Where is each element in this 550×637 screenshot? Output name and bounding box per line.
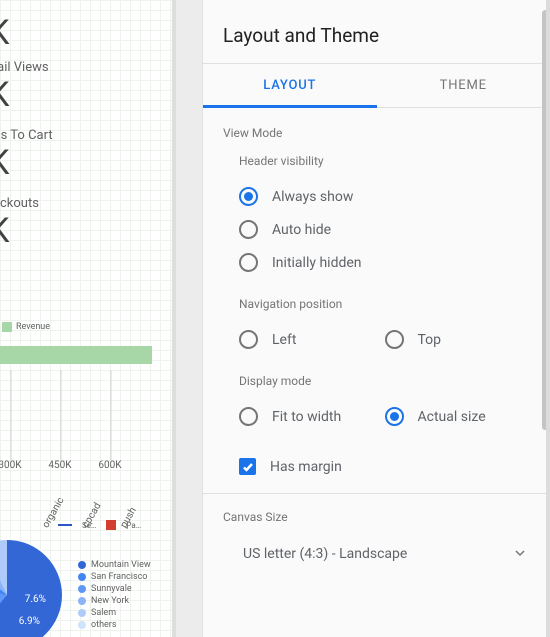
radio-label: Actual size [418, 409, 486, 425]
section-canvas-size: Canvas Size [223, 510, 530, 524]
tab-layout[interactable]: LAYOUT [203, 64, 377, 107]
panel-title: Layout and Theme [203, 0, 550, 63]
panel-gutter [172, 0, 202, 637]
legend-dot [78, 573, 86, 581]
legend-label: Se… [82, 521, 96, 530]
metric-card: t Detail Views 9K [0, 60, 49, 115]
radio-fit-to-width[interactable]: Fit to width [239, 400, 385, 433]
checkbox-label: Has margin [270, 459, 342, 475]
check-icon [242, 461, 254, 473]
radio-nav-top[interactable]: Top [385, 323, 531, 356]
radio-icon [239, 220, 258, 239]
label-display-mode: Display mode [239, 374, 530, 388]
radio-label: Fit to width [272, 409, 341, 425]
section-view-mode: View Mode [223, 126, 530, 140]
axis-tick: 300K [0, 460, 22, 471]
series-legend: Se… Pa… [58, 520, 141, 530]
report-canvas[interactable]: ns 2K t Detail Views 9K t Adds To Cart 4… [0, 0, 172, 637]
radio-nav-left[interactable]: Left [239, 323, 385, 356]
app-root: ns 2K t Detail Views 9K t Adds To Cart 4… [0, 0, 550, 637]
metric-card: t Checkouts 5K [0, 196, 39, 251]
radio-actual-size[interactable]: Actual size [385, 400, 531, 433]
checkbox-has-margin[interactable]: Has margin [223, 451, 530, 493]
group-navigation-position: Left Top [239, 323, 530, 356]
metric-card: ns 2K [0, 0, 8, 53]
metric-value: 5K [0, 211, 39, 251]
legend-item: others [78, 620, 151, 630]
revenue-bar [0, 346, 152, 364]
legend-item: Salem [78, 608, 151, 618]
radio-label: Left [272, 332, 296, 348]
revenue-legend: Revenue [2, 322, 50, 332]
tab-theme[interactable]: THEME [377, 64, 550, 107]
x-axis: 300K 450K 600K [0, 460, 172, 480]
legend-line-swatch [58, 524, 72, 526]
metric-card: t Adds To Cart 4K [0, 128, 53, 183]
panel-tabs: LAYOUT THEME [203, 63, 550, 108]
pie-chart: 7.6% 6.9% [0, 540, 62, 637]
metric-label: t Detail Views [0, 60, 49, 75]
label-navigation-position: Navigation position [239, 297, 530, 311]
radio-label: Initially hidden [272, 255, 362, 271]
chevron-down-icon [514, 544, 526, 563]
select-canvas-size[interactable]: US letter (4:3) - Landscape [239, 538, 530, 569]
radio-label: Top [418, 332, 442, 348]
axis-tick: 600K [98, 460, 121, 471]
pie-graphic: 7.6% 6.9% [0, 540, 62, 637]
radio-auto-hide[interactable]: Auto hide [239, 213, 530, 246]
legend-item: Sunnyvale [78, 584, 151, 594]
legend-dot [78, 597, 86, 605]
metric-value: 9K [0, 75, 49, 115]
metric-label: t Checkouts [0, 196, 39, 211]
radio-always-show[interactable]: Always show [239, 180, 530, 213]
properties-panel: Layout and Theme LAYOUT THEME View Mode … [202, 0, 550, 637]
legend-swatch [2, 322, 12, 332]
radio-initially-hidden[interactable]: Initially hidden [239, 246, 530, 279]
select-value: US letter (4:3) - Landscape [243, 546, 407, 562]
window-edge [546, 0, 550, 637]
radio-label: Auto hide [272, 222, 331, 238]
legend-item: Mountain View [78, 560, 151, 570]
legend-dot [78, 585, 86, 593]
radio-icon [239, 330, 258, 349]
legend-label: Revenue [16, 322, 50, 332]
group-display-mode: Fit to width Actual size [239, 400, 530, 433]
pie-legend: Mountain View San Francisco Sunnyvale Ne… [78, 560, 151, 632]
radio-icon [239, 253, 258, 272]
legend-item: San Francisco [78, 572, 151, 582]
legend-dot [78, 621, 86, 629]
metric-value: 4K [0, 143, 53, 183]
legend-item: New York [78, 596, 151, 606]
radio-icon [385, 330, 404, 349]
metric-label: ns [0, 0, 8, 13]
pie-slice-label: 6.9% [19, 616, 40, 627]
metric-label: t Adds To Cart [0, 128, 53, 143]
radio-icon [239, 407, 258, 426]
group-header-visibility: Always show Auto hide Initially hidden [239, 180, 530, 279]
legend-dot [78, 609, 86, 617]
metric-value: 2K [0, 13, 8, 53]
radio-icon [385, 407, 404, 426]
radio-icon [239, 187, 258, 206]
legend-label: Pa… [126, 521, 141, 530]
pie-slice-label: 7.6% [25, 594, 46, 605]
label-header-visibility: Header visibility [239, 154, 530, 168]
radio-label: Always show [272, 189, 353, 205]
checkbox-icon [239, 458, 256, 475]
legend-box-swatch [106, 520, 116, 530]
divider [203, 493, 550, 494]
legend-dot [78, 561, 86, 569]
panel-body: View Mode Header visibility Always show … [203, 108, 550, 637]
axis-tick: 450K [48, 460, 71, 471]
